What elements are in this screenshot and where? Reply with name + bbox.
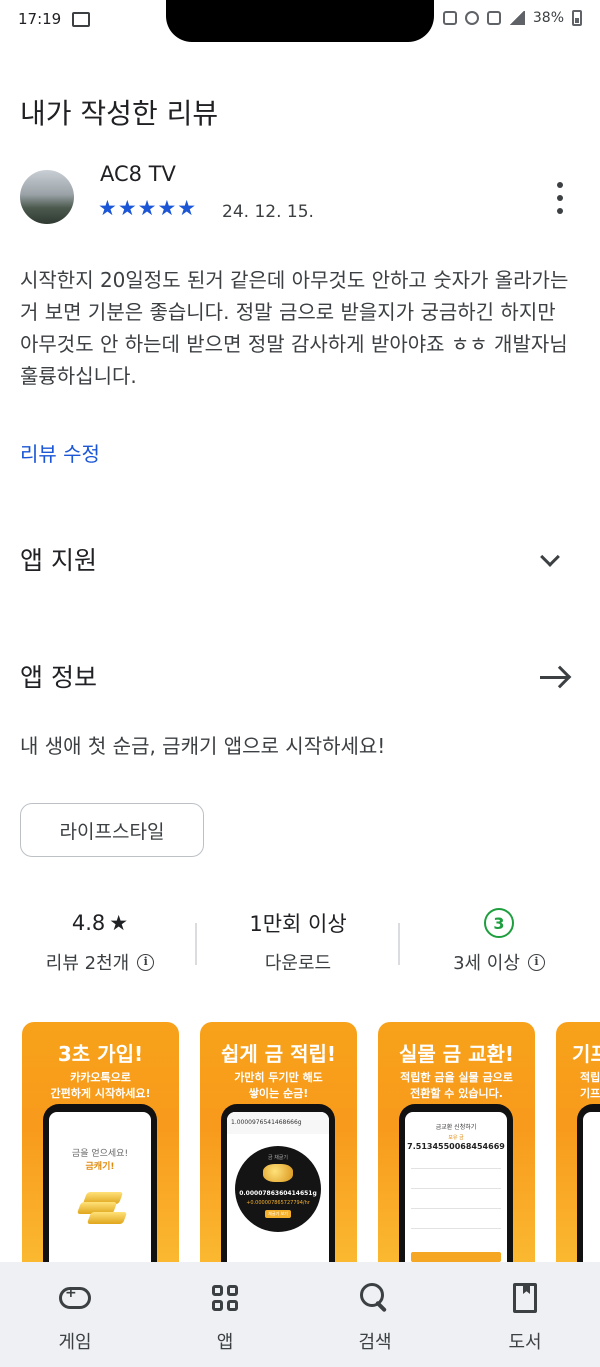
- mute-icon: [442, 11, 457, 25]
- phone-mockup: 1.0000976541468666g 금 채굴기 0.000078636041…: [221, 1104, 335, 1262]
- phone-mockup: [577, 1104, 600, 1262]
- downloads-stat: 1만회 이상 다운로드: [198, 905, 398, 975]
- camera-notch: [166, 0, 434, 42]
- nav-item-apps[interactable]: 앱: [150, 1280, 300, 1354]
- nav-label: 검색: [358, 1332, 392, 1353]
- app-support-heading[interactable]: 앱 지원: [20, 541, 97, 577]
- lte-icon: [486, 11, 501, 25]
- category-chip[interactable]: 라이프스타일: [20, 803, 204, 857]
- info-icon[interactable]: i: [137, 953, 155, 971]
- screenshot-title: 실물 금 교환!: [398, 1042, 515, 1066]
- more-options-button[interactable]: [548, 182, 572, 214]
- screenshot-title: 3초 가입!: [57, 1042, 144, 1066]
- screenshot-1[interactable]: 3초 가입! 카카오톡으로 간편하게 시작하세요! 금을 얻으세요! 금캐기!: [22, 1022, 179, 1262]
- review-author: AC8 TV: [100, 162, 176, 186]
- screenshot-subtitle: 가만히 두기만 해도 쌓이는 순금!: [234, 1071, 323, 1100]
- alarm-icon: [464, 11, 479, 25]
- chevron-down-icon[interactable]: [540, 547, 560, 567]
- battery-icon: [572, 10, 582, 26]
- nav-label: 앱: [216, 1332, 234, 1353]
- rating-stat[interactable]: 4.8 ★ 리뷰 2천개 i: [0, 905, 200, 975]
- screenshot-subtitle: 적립 기프: [580, 1071, 600, 1100]
- star-rating: ★★★★★: [98, 196, 198, 220]
- screenshot-3[interactable]: 실물 금 교환! 적립한 금을 실물 금으로 전환할 수 있습니다. 금교환 신…: [378, 1022, 535, 1262]
- stat-divider: [195, 923, 197, 965]
- nav-item-games[interactable]: 게임: [0, 1280, 150, 1354]
- nav-item-search[interactable]: 검색: [300, 1280, 450, 1354]
- more-dot-icon: [557, 182, 563, 188]
- screen-balance: 1.0000976541468666g: [227, 1112, 329, 1134]
- rating-value: 4.8: [71, 911, 106, 935]
- status-bar: 17:19 38%: [0, 0, 600, 42]
- star-icon: ★: [109, 911, 129, 935]
- age-rating-stat[interactable]: 3 3세 이상 i: [399, 905, 599, 975]
- app-description: 내 생애 첫 순금, 금캐기 앱으로 시작하세요!: [20, 734, 386, 758]
- screenshot-2[interactable]: 쉽게 금 적립! 가만히 두기만 해도 쌓이는 순금! 1.0000976541…: [200, 1022, 357, 1262]
- reviews-count: 리뷰 2천개: [45, 953, 130, 974]
- screenshot-carousel[interactable]: 3초 가입! 카카오톡으로 간편하게 시작하세요! 금을 얻으세요! 금캐기! …: [22, 1022, 600, 1262]
- app-stats: 4.8 ★ 리뷰 2천개 i 1만회 이상 다운로드 3 3세 이상 i: [0, 905, 600, 985]
- message-notification-icon: [72, 12, 90, 27]
- phone-mockup: 금교환 신청하기 보유 금 7.5134550068454669: [399, 1104, 513, 1262]
- edit-review-link[interactable]: 리뷰 수정: [20, 438, 100, 467]
- status-icons: 38%: [442, 10, 582, 26]
- screenshot-title: 쉽게 금 적립!: [220, 1042, 337, 1066]
- book-icon: [513, 1283, 537, 1313]
- review-body: 시작한지 20일정도 된거 같은데 아무것도 안하고 숫자가 올라가는거 보면 …: [20, 268, 569, 388]
- more-dot-icon: [557, 195, 563, 201]
- bottom-navigation: 게임 앱 검색 도서: [0, 1262, 600, 1367]
- screenshot-4[interactable]: 기프 적립 기프: [556, 1022, 600, 1262]
- signal-icon: [508, 11, 525, 25]
- review-date: 24. 12. 15.: [222, 202, 314, 222]
- search-icon: [360, 1283, 390, 1313]
- downloads-value: 1만회 이상: [249, 912, 347, 936]
- screenshot-subtitle: 적립한 금을 실물 금으로 전환할 수 있습니다.: [400, 1071, 513, 1100]
- apps-grid-icon: [212, 1285, 238, 1311]
- nav-item-books[interactable]: 도서: [450, 1280, 600, 1354]
- info-icon[interactable]: i: [527, 953, 545, 971]
- phone-mockup: 금을 얻으세요! 금캐기!: [43, 1104, 157, 1262]
- app-info-heading[interactable]: 앱 정보: [20, 658, 97, 694]
- page-title: 내가 작성한 리뷰: [20, 97, 219, 130]
- gold-bars-icon: [75, 1192, 128, 1226]
- nav-label: 게임: [58, 1332, 92, 1353]
- gamepad-icon: [59, 1285, 91, 1309]
- age-rating-label: 3세 이상: [453, 953, 520, 974]
- battery-percent: 38%: [532, 10, 564, 26]
- gold-nugget-icon: [263, 1164, 293, 1182]
- screenshot-subtitle: 카카오톡으로 간편하게 시작하세요!: [50, 1071, 151, 1100]
- downloads-label: 다운로드: [264, 953, 332, 974]
- screenshot-title: 기프: [572, 1042, 600, 1066]
- arrow-right-icon[interactable]: [540, 664, 572, 692]
- more-dot-icon: [557, 208, 563, 214]
- status-time: 17:19: [18, 10, 62, 28]
- screen-text: 금을 얻으세요! 금캐기!: [71, 1149, 129, 1172]
- nav-label: 도서: [508, 1332, 542, 1353]
- mining-circle: 금 채굴기 0.0000786360414651g +0.00000786572…: [235, 1146, 321, 1232]
- age-rating-badge: 3: [484, 908, 514, 938]
- avatar: [20, 170, 74, 224]
